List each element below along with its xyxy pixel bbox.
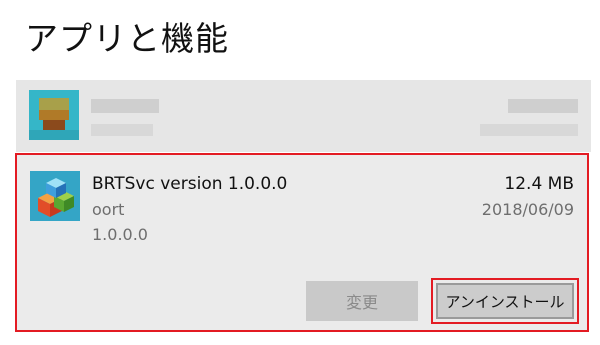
blurred-app-icon [29, 90, 79, 140]
app-install-date: 2018/06/09 [481, 200, 574, 219]
blurred-app-date [480, 124, 578, 136]
app-publisher: oort [92, 200, 125, 219]
colored-cubes-icon [30, 171, 80, 221]
page-title: アプリと機能 [25, 19, 229, 58]
blurred-app-size [508, 99, 578, 113]
app-name: BRTSvc version 1.0.0.0 [92, 174, 288, 194]
selected-app-list-item[interactable]: BRTSvc version 1.0.0.0 oort 1.0.0.0 12.4… [15, 153, 589, 332]
uninstall-button[interactable]: アンインストール [436, 283, 574, 319]
modify-button[interactable]: 変更 [306, 281, 418, 321]
blurred-app-list-item[interactable] [16, 80, 591, 152]
app-version: 1.0.0.0 [92, 225, 148, 244]
app-size: 12.4 MB [504, 174, 574, 194]
uninstall-button-highlight: アンインストール [431, 278, 579, 324]
blurred-app-publisher [91, 124, 153, 136]
blurred-app-name [91, 99, 159, 113]
